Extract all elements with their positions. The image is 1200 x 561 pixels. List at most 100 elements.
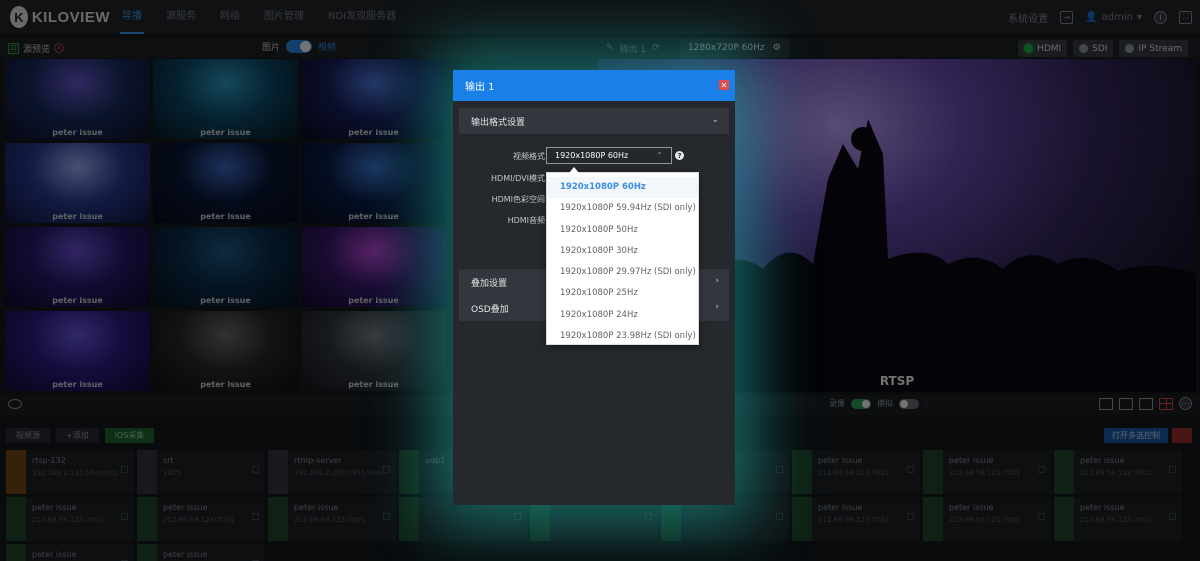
source-menu-icon[interactable]: [1169, 513, 1176, 520]
tile[interactable]: peter issue: [153, 143, 298, 223]
fullscreen-icon[interactable]: ⛶: [1179, 10, 1192, 24]
source-name: peter issue: [949, 456, 994, 465]
source-card[interactable]: peter issue 212.69.59.123:7001: [268, 497, 396, 541]
source-menu-icon[interactable]: [907, 513, 914, 520]
gear-icon[interactable]: ⚙: [773, 43, 781, 53]
more-icon[interactable]: ⋯: [1179, 397, 1192, 410]
user-menu[interactable]: 👤 admin ▾: [1085, 12, 1142, 23]
source-card[interactable]: peter issue 212.69.59.123:7001: [1054, 497, 1182, 541]
output-ip-stream-button[interactable]: IP Stream: [1119, 40, 1188, 57]
picture-video-toggle[interactable]: [286, 40, 313, 53]
nav-item-ndi-discovery[interactable]: NDI发现服务器: [316, 0, 408, 34]
tile[interactable]: peter issue: [301, 227, 446, 307]
dropdown-option[interactable]: 1920x1080P 29.97Hz (SDI only): [547, 262, 698, 283]
dropdown-option[interactable]: 1920x1080P 50Hz: [547, 220, 698, 241]
dropdown-option[interactable]: 1920x1080P 23.98Hz (SDI only): [547, 326, 698, 347]
info-icon[interactable]: i: [1154, 10, 1167, 24]
dropdown-option[interactable]: 1920x1080P 60Hz: [547, 177, 698, 199]
source-menu-icon[interactable]: [1169, 466, 1176, 473]
source-menu-icon[interactable]: [776, 466, 783, 473]
source-menu-icon[interactable]: [1038, 513, 1045, 520]
preview-tag-icon: ⊡: [8, 42, 19, 54]
source-type-strip: [399, 497, 419, 541]
layout-pip-icon[interactable]: [1139, 397, 1153, 410]
source-card[interactable]: rtsp-132 192.168.2.132:554/ch01: [6, 450, 134, 494]
source-card[interactable]: rtmp-server 192.168.2.200:1935/live/...: [268, 450, 396, 494]
ios-capture-button[interactable]: iOS采集: [104, 428, 155, 443]
source-menu-icon[interactable]: [121, 466, 128, 473]
video-format-select[interactable]: 1920x1080P 60Hz ⌃: [546, 147, 672, 164]
source-card[interactable]: peter issue: [137, 544, 265, 561]
source-menu-icon[interactable]: [252, 466, 259, 473]
source-card[interactable]: peter issue 212.69.59.123:7001: [923, 450, 1051, 494]
video-source-tab[interactable]: 视频源: [6, 428, 50, 443]
layout-double-icon[interactable]: [1119, 397, 1133, 410]
dropdown-option[interactable]: 1920x1080P 59.94Hz (SDI only): [547, 198, 698, 219]
source-card[interactable]: peter issue 212.69.59.123:7001: [137, 497, 265, 541]
output-format-section[interactable]: 输出格式设置 ⌄: [459, 108, 729, 134]
tile[interactable]: peter issue: [5, 311, 150, 391]
tile[interactable]: peter issue: [301, 59, 446, 139]
dropdown-option[interactable]: 1920x1080P 25Hz: [547, 283, 698, 304]
source-menu-icon[interactable]: [645, 513, 652, 520]
refresh-icon[interactable]: ⟳: [652, 43, 660, 53]
output-chip[interactable]: ✎ 输出 1 ⟳: [600, 38, 666, 58]
tile[interactable]: peter issue: [153, 59, 298, 139]
source-address: 192.168.2.200:1935/live/...: [294, 469, 390, 477]
tile[interactable]: peter issue: [5, 143, 150, 223]
source-name: peter issue: [818, 456, 863, 465]
source-menu-icon[interactable]: [776, 513, 783, 520]
close-preview-icon[interactable]: ✕: [54, 43, 65, 53]
layout-quad-icon[interactable]: [1159, 397, 1173, 410]
source-menu-icon[interactable]: [252, 513, 259, 520]
source-menu-icon[interactable]: [1038, 466, 1045, 473]
nav-item-image-management[interactable]: 图片管理: [252, 0, 316, 34]
layout-single-icon[interactable]: [1099, 397, 1113, 410]
video-label: 视频: [318, 43, 337, 53]
source-menu-icon[interactable]: [383, 466, 390, 473]
source-card[interactable]: peter issue 212.69.59.123:7001: [923, 497, 1051, 541]
ip-stream-status-dot: [1125, 44, 1135, 53]
source-card[interactable]: peter issue 212.69.59.123:7001: [792, 497, 920, 541]
output-sdi-button[interactable]: SDI: [1073, 40, 1114, 57]
help-icon[interactable]: ?: [675, 151, 684, 160]
logout-icon[interactable]: ⇥: [1060, 10, 1074, 24]
source-card[interactable]: peter issue 212.69.59.123:7001: [792, 450, 920, 494]
source-card[interactable]: peter issue: [6, 544, 134, 561]
system-settings-link[interactable]: 系统设置: [1008, 10, 1048, 25]
tile[interactable]: peter issue: [301, 143, 446, 223]
source-menu-icon[interactable]: [121, 513, 128, 520]
dropdown-option[interactable]: 1920x1080P 30Hz: [547, 241, 698, 262]
source-menu-icon[interactable]: [907, 466, 914, 473]
source-card[interactable]: srt 1825: [137, 450, 265, 494]
dropdown-option[interactable]: 1920x1080P 24Hz: [547, 305, 698, 326]
simulate-toggle[interactable]: [899, 398, 919, 409]
picture-video-switch: 图片 视频: [262, 40, 336, 53]
output-hdmi-button[interactable]: HDMI: [1018, 40, 1068, 57]
record-toggle[interactable]: [851, 398, 871, 409]
status-controls: 录像 模拟 ⫶ ⋯: [829, 397, 1192, 410]
tile[interactable]: peter issue: [153, 311, 298, 391]
delete-source-button[interactable]: [1172, 428, 1192, 443]
top-nav-bar: K KILOVIEW 导播 源服务 网络 图片管理 NDI发现服务器 系统设置 …: [0, 0, 1200, 34]
nav-item-network[interactable]: 网络: [208, 0, 252, 34]
source-card[interactable]: peter issue 212.69.59.123:7001: [6, 497, 134, 541]
resolution-chip[interactable]: 1280x720P 60Hz ⚙: [680, 38, 789, 58]
close-icon[interactable]: ✕: [719, 80, 729, 90]
tile[interactable]: peter issue: [5, 59, 150, 139]
add-source-button[interactable]: +添加: [56, 428, 99, 443]
tile[interactable]: peter issue: [153, 227, 298, 307]
nav-item-director[interactable]: 导播: [110, 0, 154, 34]
audio-mixer-icon[interactable]: ⫶: [925, 399, 927, 409]
multi-select-button[interactable]: 打开多选控制: [1104, 428, 1168, 443]
source-name: rtsp-132: [32, 456, 66, 465]
hdmi-color-space-label: HDMI色彩空间: [491, 195, 545, 204]
source-card[interactable]: peter issue 212.69.59.123:7001: [1054, 450, 1182, 494]
eye-icon[interactable]: [8, 399, 22, 409]
source-menu-icon[interactable]: [383, 513, 390, 520]
source-menu-icon[interactable]: [514, 513, 521, 520]
nav-item-source-service[interactable]: 源服务: [154, 0, 208, 34]
tile[interactable]: peter issue: [301, 311, 446, 391]
tile[interactable]: peter issue: [5, 227, 150, 307]
source-toolbar: 视频源 +添加 iOS采集: [6, 428, 155, 443]
